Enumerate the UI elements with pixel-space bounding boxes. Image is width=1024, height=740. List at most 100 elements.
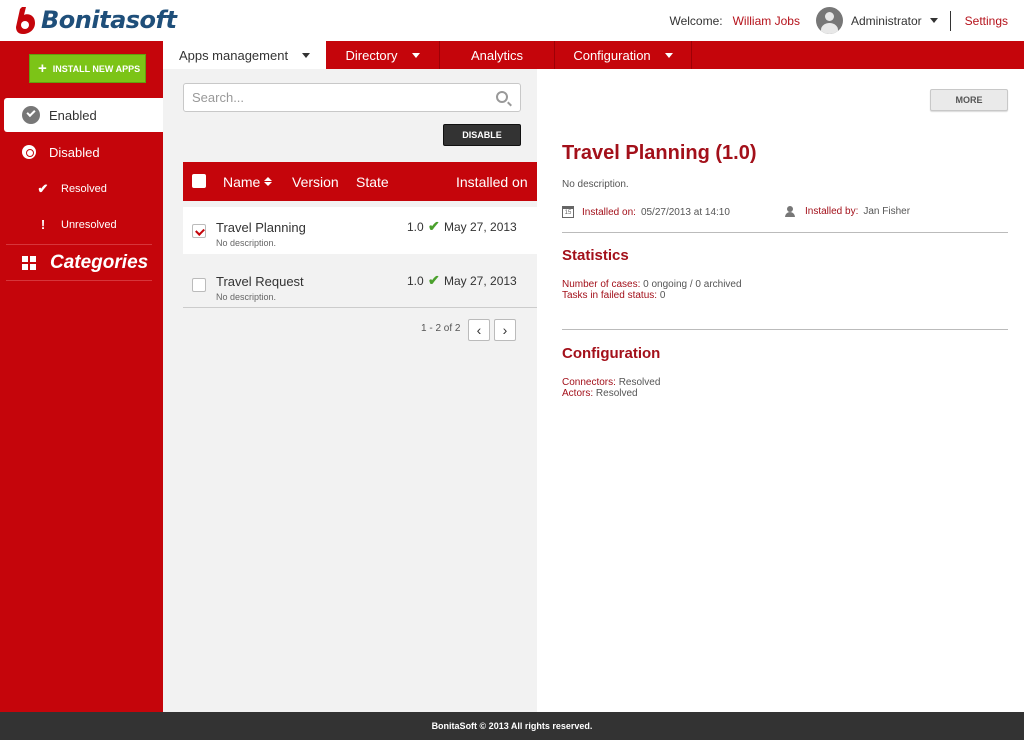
app-version: 1.0 [407, 274, 424, 288]
installed-by-label: Installed by: [805, 206, 859, 217]
sidebar-item-label: Resolved [61, 183, 107, 195]
sidebar-item-unresolved[interactable]: ! Unresolved [36, 217, 117, 232]
user-icon [785, 206, 795, 217]
chevron-down-icon [664, 52, 673, 58]
sort-icon [264, 177, 272, 186]
page-title: Travel Planning (1.0) [562, 142, 757, 164]
check-icon: ✔ [37, 181, 49, 196]
plus-icon: + [38, 60, 47, 77]
calendar-icon: 15 [562, 206, 574, 218]
actors-label: Actors: [562, 388, 594, 399]
column-header-name[interactable]: Name [223, 162, 272, 201]
app-description: No description. [216, 238, 277, 248]
cases-stat: Number of cases: 0 ongoing / 0 archived [562, 279, 742, 290]
install-new-apps-button[interactable]: + INSTALL NEW APPS [29, 54, 146, 83]
installed-by-value: Jan Fisher [863, 206, 911, 217]
installed-on-value: 05/27/2013 at 14:10 [640, 206, 730, 218]
connectors-label: Connectors: [562, 377, 616, 388]
tab-label: Configuration [573, 47, 651, 63]
grid-icon [22, 256, 36, 270]
user-name-link[interactable]: William Jobs [733, 14, 800, 28]
top-header: Bonitasoft Welcome: William Jobs Adminis… [0, 0, 1024, 41]
installed-by-info: Installed by: Jan Fisher [785, 206, 910, 217]
avatar[interactable] [815, 7, 843, 34]
bonitasoft-logo[interactable]: Bonitasoft [14, 5, 177, 35]
installed-on-info: 15 Installed on: 05/27/2013 at 14:10 [562, 206, 730, 218]
search-box [183, 83, 521, 112]
divider [562, 329, 1008, 330]
table-row[interactable]: Travel Planning No description. 1.0 ✔ Ma… [183, 207, 537, 254]
connectors-value: Resolved [618, 377, 661, 388]
settings-link[interactable]: Settings [965, 14, 1008, 28]
chevron-down-icon[interactable] [929, 18, 938, 23]
check-circle-icon [22, 106, 40, 124]
table-row[interactable]: Travel Request No description. 1.0 ✔ May… [183, 261, 537, 308]
chevron-down-icon [411, 52, 420, 58]
row-checkbox[interactable] [192, 224, 206, 238]
chevron-down-icon [302, 52, 311, 58]
exclamation-icon: ! [40, 217, 46, 232]
column-label: Name [223, 173, 261, 190]
failed-tasks-stat: Tasks in failed status: 0 [562, 290, 665, 301]
app-installed-on: May 27, 2013 [444, 220, 517, 234]
connectors-status: Connectors: Resolved [562, 377, 660, 388]
sidebar-item-label: Unresolved [61, 218, 117, 231]
tab-apps-management[interactable]: Apps management [163, 41, 326, 69]
divider [949, 10, 951, 31]
sidebar-item-label: Enabled [49, 107, 97, 123]
statistics-heading: Statistics [562, 247, 629, 264]
sidebar: + INSTALL NEW APPS Enabled Disabled ✔ Re… [0, 41, 163, 712]
disable-button[interactable]: DISABLE [443, 124, 521, 146]
failed-label: Tasks in failed status: [562, 290, 658, 301]
user-area: Welcome: William Jobs Administrator Sett… [669, 0, 1008, 41]
divider [6, 244, 152, 245]
profile-dropdown[interactable]: Administrator [851, 14, 922, 28]
actors-status: Actors: Resolved [562, 388, 638, 399]
configuration-heading: Configuration [562, 345, 661, 362]
table-header: Name Version State Installed on [183, 162, 537, 201]
column-header-installed-on[interactable]: Installed on [456, 162, 528, 201]
failed-value: 0 [659, 290, 666, 301]
copyright-text: BonitaSoft © 2013 All rights reserved. [431, 721, 593, 731]
sidebar-item-disabled[interactable]: Disabled [4, 135, 163, 169]
pager-prev-button[interactable]: ‹ [468, 319, 490, 341]
footer: BonitaSoft © 2013 All rights reserved. [0, 712, 1024, 740]
tab-directory[interactable]: Directory [326, 41, 439, 69]
sidebar-item-categories[interactable]: Categories [22, 252, 148, 274]
row-checkbox[interactable] [192, 278, 206, 292]
categories-label: Categories [50, 252, 149, 273]
sidebar-item-label: Disabled [49, 144, 100, 160]
app-name: Travel Request [216, 274, 304, 289]
column-header-version[interactable]: Version [292, 162, 339, 201]
search-icon[interactable] [496, 91, 508, 103]
cases-label: Number of cases: [562, 279, 641, 290]
search-input[interactable] [184, 84, 474, 111]
divider [691, 41, 692, 69]
logo-icon [16, 7, 35, 34]
sidebar-item-resolved[interactable]: ✔ Resolved [36, 181, 107, 197]
state-check-icon: ✔ [428, 218, 440, 234]
pager-next-button[interactable]: › [494, 319, 516, 341]
logo-text: Bonitasoft [41, 6, 177, 34]
tab-configuration[interactable]: Configuration [555, 41, 691, 69]
more-button[interactable]: MORE [930, 89, 1008, 111]
tab-label: Directory [345, 47, 398, 63]
state-check-icon: ✔ [428, 272, 440, 288]
app-description: No description. [216, 292, 277, 302]
install-button-label: INSTALL NEW APPS [52, 63, 141, 74]
cases-value: 0 ongoing / 0 archived [643, 279, 742, 290]
actors-value: Resolved [595, 388, 638, 399]
main-nav: Apps management Directory Analytics Conf… [163, 41, 1024, 69]
sidebar-item-enabled[interactable]: Enabled [4, 98, 163, 132]
app-installed-on: May 27, 2013 [444, 274, 517, 288]
installed-on-label: Installed on: [582, 206, 636, 218]
apps-list-pane: DISABLE Name Version State Installed on … [163, 69, 537, 712]
column-header-state[interactable]: State [356, 162, 389, 201]
divider [6, 280, 152, 281]
tab-label: Analytics [470, 47, 524, 63]
select-all-checkbox[interactable] [192, 174, 206, 188]
tab-analytics[interactable]: Analytics [440, 41, 554, 69]
divider [562, 232, 1008, 233]
tab-label: Apps management [178, 47, 289, 63]
disabled-circle-icon [22, 145, 36, 159]
